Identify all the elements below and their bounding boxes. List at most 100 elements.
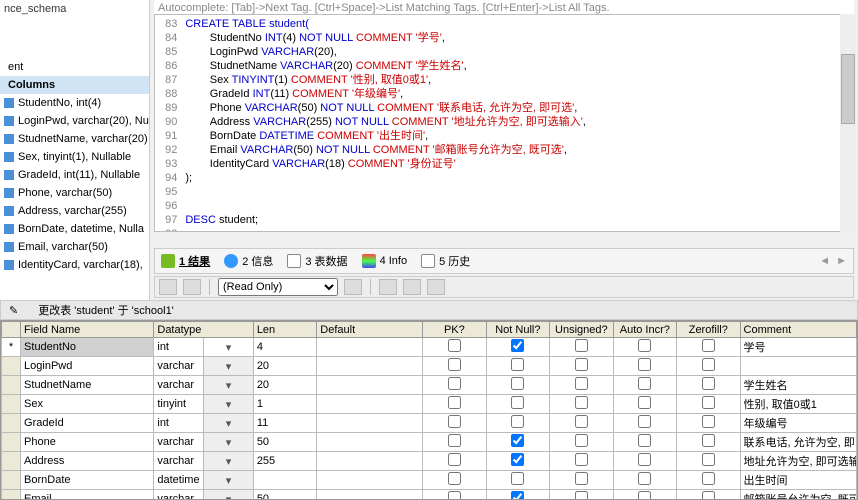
unsigned-cell[interactable] bbox=[550, 357, 613, 376]
datatype-cell[interactable]: varchar bbox=[154, 452, 204, 471]
zerofill-cell[interactable] bbox=[677, 395, 740, 414]
zerofill-cell[interactable] bbox=[677, 452, 740, 471]
notnull-cell[interactable] bbox=[486, 414, 549, 433]
autoincr-cell[interactable] bbox=[613, 471, 676, 490]
zerofill-cell[interactable] bbox=[677, 376, 740, 395]
datatype-dropdown[interactable]: ▾ bbox=[204, 376, 254, 395]
comment-cell[interactable]: 出生时间 bbox=[740, 471, 856, 490]
tab-history[interactable]: 5 历史 bbox=[421, 253, 470, 269]
autoincr-cell[interactable] bbox=[613, 433, 676, 452]
col-item[interactable]: LoginPwd, varchar(20), Nu bbox=[0, 112, 149, 130]
datatype-dropdown[interactable]: ▾ bbox=[204, 433, 254, 452]
len-cell[interactable]: 1 bbox=[253, 395, 316, 414]
sql-editor[interactable]: 8384858687888990919293949596979899100101… bbox=[154, 14, 854, 232]
datatype-cell[interactable]: int bbox=[154, 414, 204, 433]
table-row[interactable]: Email varchar ▾ 50 邮箱账号允许为空, 既可 bbox=[2, 490, 857, 500]
default-cell[interactable] bbox=[317, 376, 423, 395]
text-button[interactable] bbox=[427, 279, 445, 295]
default-cell[interactable] bbox=[317, 490, 423, 500]
pk-cell[interactable] bbox=[423, 452, 486, 471]
zerofill-cell[interactable] bbox=[677, 471, 740, 490]
unsigned-cell[interactable] bbox=[550, 490, 613, 500]
autoincr-cell[interactable] bbox=[613, 357, 676, 376]
col-item[interactable]: Phone, varchar(50) bbox=[0, 184, 149, 202]
default-cell[interactable] bbox=[317, 471, 423, 490]
default-cell[interactable] bbox=[317, 357, 423, 376]
field-name-cell[interactable]: StudentNo bbox=[21, 338, 154, 357]
default-cell[interactable] bbox=[317, 395, 423, 414]
pk-cell[interactable] bbox=[423, 338, 486, 357]
default-cell[interactable] bbox=[317, 338, 423, 357]
prev-icon[interactable]: ◄ bbox=[819, 255, 830, 267]
default-cell[interactable] bbox=[317, 433, 423, 452]
pk-cell[interactable] bbox=[423, 433, 486, 452]
autoincr-cell[interactable] bbox=[613, 414, 676, 433]
tab-messages[interactable]: 2 信息 bbox=[224, 253, 273, 269]
save-button[interactable] bbox=[379, 279, 397, 295]
field-name-cell[interactable]: LoginPwd bbox=[21, 357, 154, 376]
readonly-select[interactable]: (Read Only) bbox=[218, 278, 338, 296]
first-button[interactable] bbox=[344, 279, 362, 295]
field-name-cell[interactable]: Sex bbox=[21, 395, 154, 414]
datatype-dropdown[interactable]: ▾ bbox=[204, 471, 254, 490]
next-icon[interactable]: ► bbox=[836, 255, 847, 267]
notnull-cell[interactable] bbox=[486, 433, 549, 452]
zerofill-cell[interactable] bbox=[677, 433, 740, 452]
len-cell[interactable]: 20 bbox=[253, 357, 316, 376]
field-name-cell[interactable]: Phone bbox=[21, 433, 154, 452]
field-name-cell[interactable]: Address bbox=[21, 452, 154, 471]
unsigned-cell[interactable] bbox=[550, 376, 613, 395]
autoincr-cell[interactable] bbox=[613, 490, 676, 500]
col-item[interactable]: Address, varchar(255) bbox=[0, 202, 149, 220]
zerofill-cell[interactable] bbox=[677, 490, 740, 500]
comment-cell[interactable] bbox=[740, 357, 856, 376]
notnull-cell[interactable] bbox=[486, 471, 549, 490]
col-item[interactable]: BornDate, datetime, Nulla bbox=[0, 220, 149, 238]
table-row[interactable]: LoginPwd varchar ▾ 20 bbox=[2, 357, 857, 376]
datatype-cell[interactable]: varchar bbox=[154, 490, 204, 500]
unsigned-cell[interactable] bbox=[550, 395, 613, 414]
datatype-dropdown[interactable]: ▾ bbox=[204, 452, 254, 471]
default-cell[interactable] bbox=[317, 414, 423, 433]
default-cell[interactable] bbox=[317, 452, 423, 471]
notnull-cell[interactable] bbox=[486, 338, 549, 357]
table-row[interactable]: BornDate datetime ▾ 出生时间 bbox=[2, 471, 857, 490]
comment-cell[interactable]: 邮箱账号允许为空, 既可 bbox=[740, 490, 856, 500]
grid-button[interactable] bbox=[403, 279, 421, 295]
unsigned-cell[interactable] bbox=[550, 338, 613, 357]
notnull-cell[interactable] bbox=[486, 452, 549, 471]
sql-code[interactable]: CREATE TABLE student( StudentNo INT(4) N… bbox=[185, 17, 596, 232]
autoincr-cell[interactable] bbox=[613, 338, 676, 357]
table-row[interactable]: GradeId int ▾ 11 年级编号 bbox=[2, 414, 857, 433]
pk-cell[interactable] bbox=[423, 471, 486, 490]
tab-tabledata[interactable]: 3 表数据 bbox=[287, 253, 347, 269]
tab-result[interactable]: 1 结果 bbox=[161, 253, 210, 269]
comment-cell[interactable]: 学号 bbox=[740, 338, 856, 357]
pk-cell[interactable] bbox=[423, 357, 486, 376]
datatype-dropdown[interactable]: ▾ bbox=[204, 490, 254, 500]
autoincr-cell[interactable] bbox=[613, 395, 676, 414]
datatype-dropdown[interactable]: ▾ bbox=[204, 414, 254, 433]
pk-cell[interactable] bbox=[423, 376, 486, 395]
table-node[interactable]: ent bbox=[0, 58, 149, 76]
field-name-cell[interactable]: GradeId bbox=[21, 414, 154, 433]
datatype-cell[interactable]: tinyint bbox=[154, 395, 204, 414]
notnull-cell[interactable] bbox=[486, 376, 549, 395]
comment-cell[interactable]: 地址允许为空, 即可选输 bbox=[740, 452, 856, 471]
scroll-thumb[interactable] bbox=[841, 54, 855, 124]
table-row[interactable]: * StudentNo int ▾ 4 学号 bbox=[2, 338, 857, 357]
unsigned-cell[interactable] bbox=[550, 452, 613, 471]
col-item[interactable]: IdentityCard, varchar(18), bbox=[0, 256, 149, 274]
export-button[interactable] bbox=[159, 279, 177, 295]
len-cell[interactable]: 50 bbox=[253, 490, 316, 500]
notnull-cell[interactable] bbox=[486, 395, 549, 414]
col-item[interactable]: Email, varchar(50) bbox=[0, 238, 149, 256]
notnull-cell[interactable] bbox=[486, 490, 549, 500]
refresh-button[interactable] bbox=[183, 279, 201, 295]
unsigned-cell[interactable] bbox=[550, 414, 613, 433]
datatype-dropdown[interactable]: ▾ bbox=[204, 338, 254, 357]
col-item[interactable]: GradeId, int(11), Nullable bbox=[0, 166, 149, 184]
autoincr-cell[interactable] bbox=[613, 376, 676, 395]
object-tree[interactable]: nce_schema ent Columns StudentNo, int(4)… bbox=[0, 0, 150, 300]
datatype-cell[interactable]: int bbox=[154, 338, 204, 357]
